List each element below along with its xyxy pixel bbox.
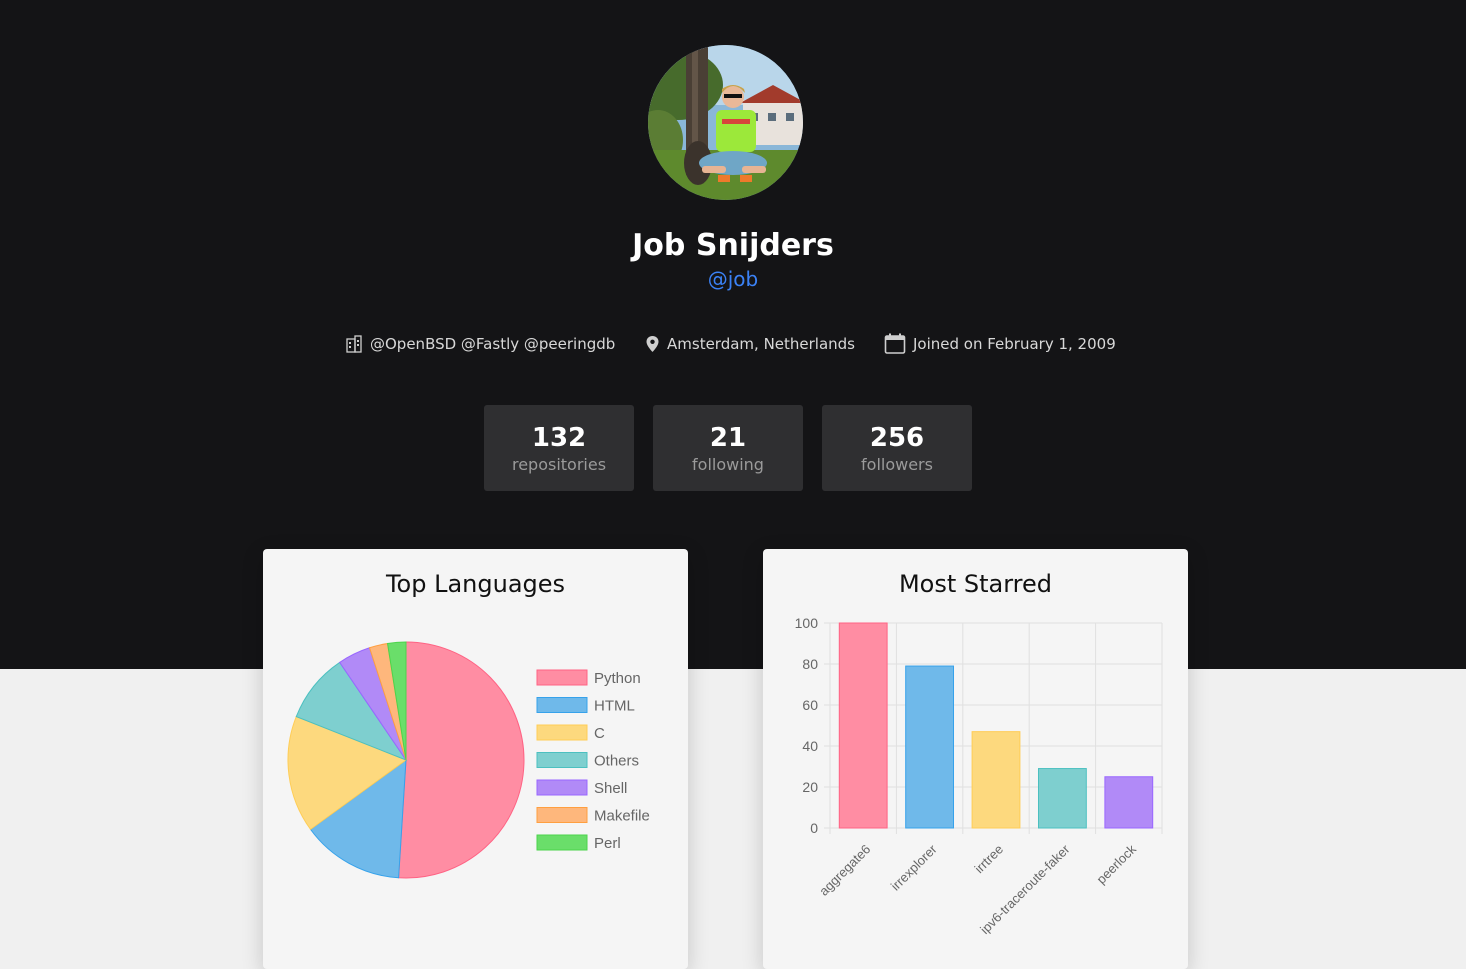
- y-tick-label: 100: [795, 615, 819, 631]
- y-tick-label: 0: [810, 820, 818, 836]
- followers-label: followers: [861, 455, 933, 474]
- building-icon: [346, 335, 362, 353]
- bar-aggregate6[interactable]: [838, 622, 888, 829]
- map-pin-icon: [646, 336, 659, 352]
- bar-irrtree[interactable]: [971, 731, 1021, 829]
- joined-info: Joined on February 1, 2009: [884, 332, 1116, 356]
- legend-swatch-makefile[interactable]: [536, 807, 588, 823]
- legend-label-makefile[interactable]: Makefile: [594, 808, 650, 825]
- calendar-icon: [884, 333, 906, 354]
- profile-name: Job Snijders: [632, 228, 834, 263]
- legend-swatch-shell[interactable]: [536, 779, 588, 796]
- legend-swatch-c[interactable]: [536, 724, 588, 741]
- y-tick-label: 80: [802, 656, 818, 672]
- bar-ipv6-traceroute-faker[interactable]: [1037, 768, 1087, 829]
- avatar: [648, 45, 803, 200]
- legend-swatch-others[interactable]: [536, 752, 588, 768]
- x-tick-label-aggregate6: aggregate6: [816, 842, 873, 899]
- x-tick-label-irrexplorer: irrexplorer: [888, 841, 940, 893]
- followers-stat: 256 followers: [822, 405, 972, 491]
- legend-label-python[interactable]: Python: [594, 670, 641, 687]
- legend-label-c[interactable]: C: [594, 725, 605, 742]
- following-stat: 21 following: [653, 405, 803, 491]
- repositories-label: repositories: [511, 455, 607, 474]
- legend-swatch-perl[interactable]: [536, 834, 588, 851]
- joined-text: Joined on February 1, 2009: [913, 335, 1116, 353]
- x-tick-label-peerlock: peerlock: [1094, 841, 1140, 887]
- followers-count: 256: [869, 423, 925, 453]
- y-tick-label: 20: [802, 779, 818, 795]
- legend-label-others[interactable]: Others: [594, 753, 639, 770]
- pie-slice-python[interactable]: [398, 641, 525, 879]
- legend-label-shell[interactable]: Shell: [594, 780, 627, 797]
- bar-peerlock[interactable]: [1104, 776, 1154, 829]
- y-tick-label: 40: [802, 738, 818, 754]
- legend-swatch-python[interactable]: [536, 669, 588, 686]
- top-languages-pie-chart: Python HTML C Others Shell Makefile Perl: [287, 641, 650, 879]
- y-tick-label: 60: [802, 697, 818, 713]
- legend-label-html[interactable]: HTML: [594, 698, 635, 715]
- organizations-info: @OpenBSD @Fastly @peeringdb: [345, 332, 615, 356]
- following-count: 21: [709, 423, 747, 453]
- bar-irrexplorer[interactable]: [905, 665, 955, 829]
- most-starred-bar-chart: 0 20 40 60 80 100 aggregate6 irrexplorer irrtree…: [795, 615, 1163, 937]
- x-tick-label-irrtree: irrtree: [972, 842, 1007, 877]
- organizations-text: @OpenBSD @Fastly @peeringdb: [370, 335, 616, 353]
- legend-label-perl[interactable]: Perl: [594, 835, 621, 852]
- following-label: following: [692, 455, 764, 474]
- repositories-stat: 132 repositories: [484, 405, 634, 491]
- most-starred-card: Most Starred 0 20 40 60 80 100 aggregate6 irrex…: [763, 549, 1188, 969]
- top-languages-card: Top Languages Python HTML C Others Shell Make…: [263, 549, 688, 969]
- location-info: Amsterdam, Netherlands: [645, 332, 855, 356]
- location-text: Amsterdam, Netherlands: [667, 335, 855, 353]
- profile-handle-link[interactable]: @job: [0, 265, 1466, 293]
- repositories-count: 132: [531, 423, 587, 453]
- legend-swatch-html[interactable]: [536, 697, 588, 713]
